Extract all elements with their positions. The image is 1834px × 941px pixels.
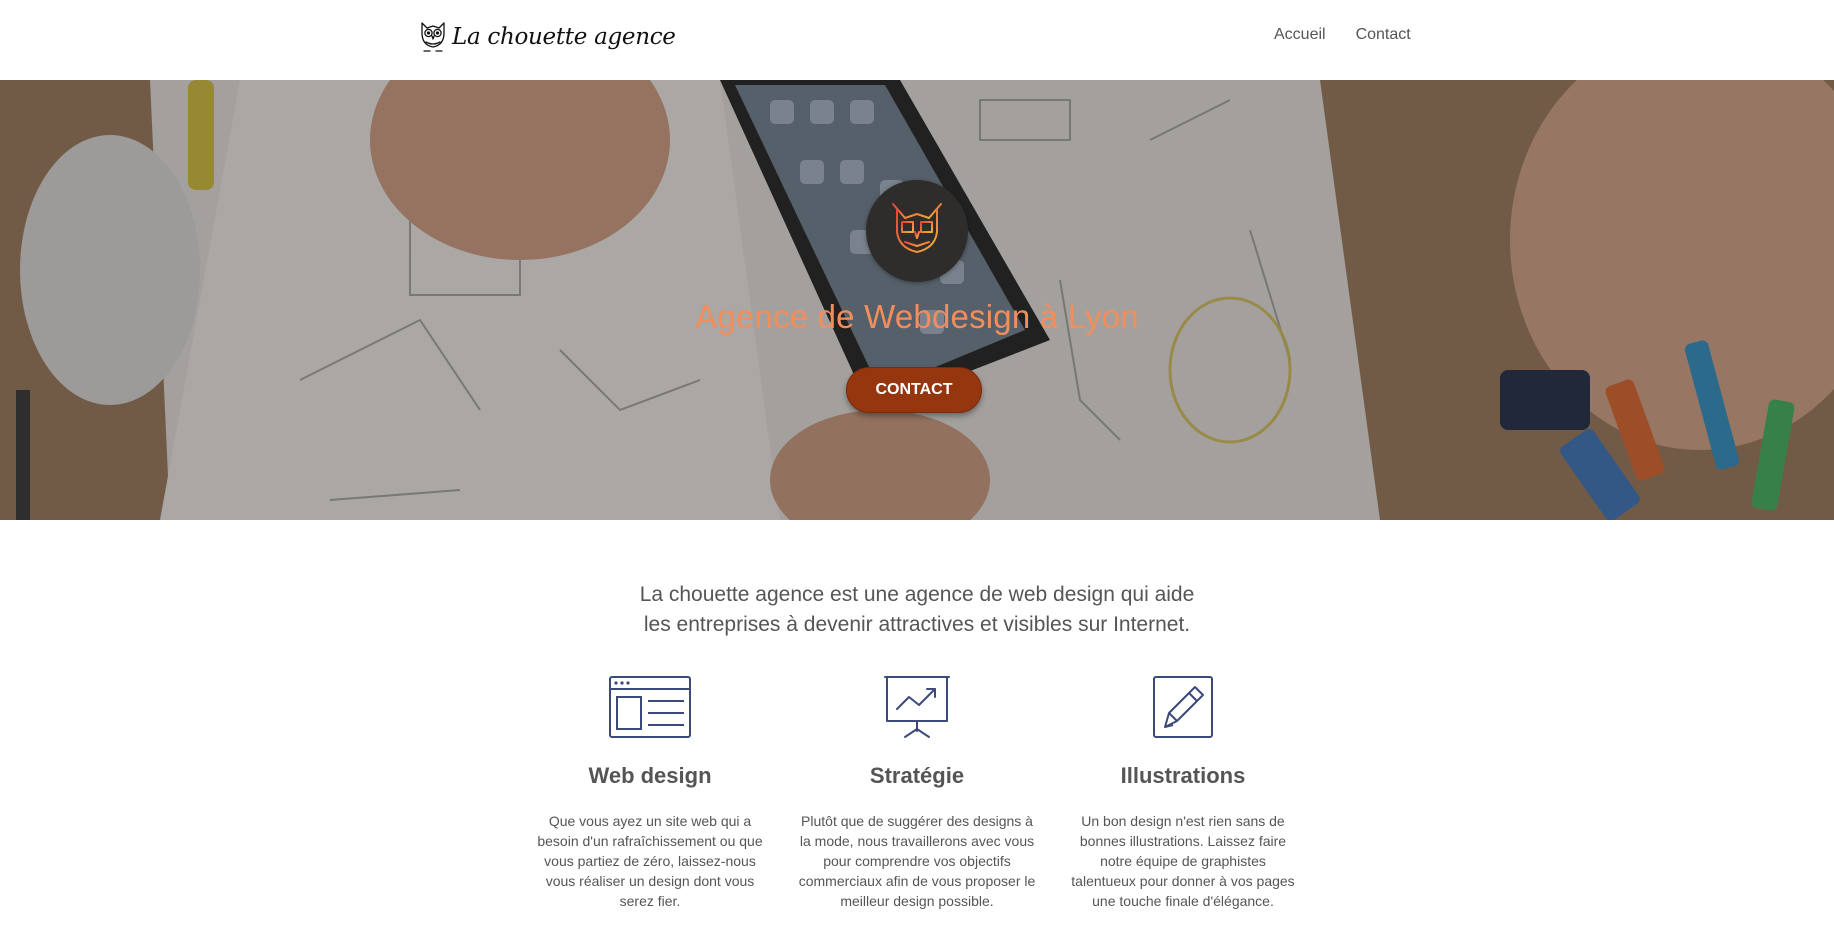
service-title: Illustrations (1120, 763, 1246, 788)
intro-line-2: les entreprises à devenir attractives et… (643, 613, 1191, 636)
service-description: Un bon design n'est rien sans de bonnes … (1071, 813, 1295, 909)
service-description: Plutôt que de suggérer des designs à la … (798, 813, 1036, 909)
navbar: La chouette agence Accueil Contact (0, 0, 1834, 80)
hero-title: Agence de Webdesign à Lyon (695, 298, 1139, 335)
presentation-chart-icon (875, 675, 959, 739)
browser-window-icon (608, 675, 692, 739)
hero-banner: Agence de Webdesign à Lyon CONTACT (0, 80, 1834, 520)
intro-line-1: La chouette agence est une agence de web… (639, 583, 1195, 606)
service-title: Stratégie (869, 763, 965, 788)
service-title: Web design (588, 763, 712, 788)
pencil-icon (1141, 675, 1225, 739)
nav-link-accueil[interactable]: Accueil (1274, 26, 1326, 44)
main-nav: Accueil Contact (1274, 26, 1411, 44)
nav-link-contact[interactable]: Contact (1356, 26, 1411, 44)
intro-text: La chouette agence est une agence de web… (567, 580, 1267, 640)
contact-button[interactable]: CONTACT (846, 367, 982, 413)
brand-name: La chouette agence (452, 24, 676, 50)
services-section: Web design Que vous ayez un site web qui… (0, 675, 1834, 941)
brand-link[interactable]: La chouette agence (418, 19, 676, 55)
owl-emblem-icon (892, 203, 942, 259)
service-description: Que vous ayez un site web qui a besoin d… (537, 813, 763, 909)
hero-logo (866, 180, 968, 282)
owl-logo-icon (421, 22, 445, 52)
